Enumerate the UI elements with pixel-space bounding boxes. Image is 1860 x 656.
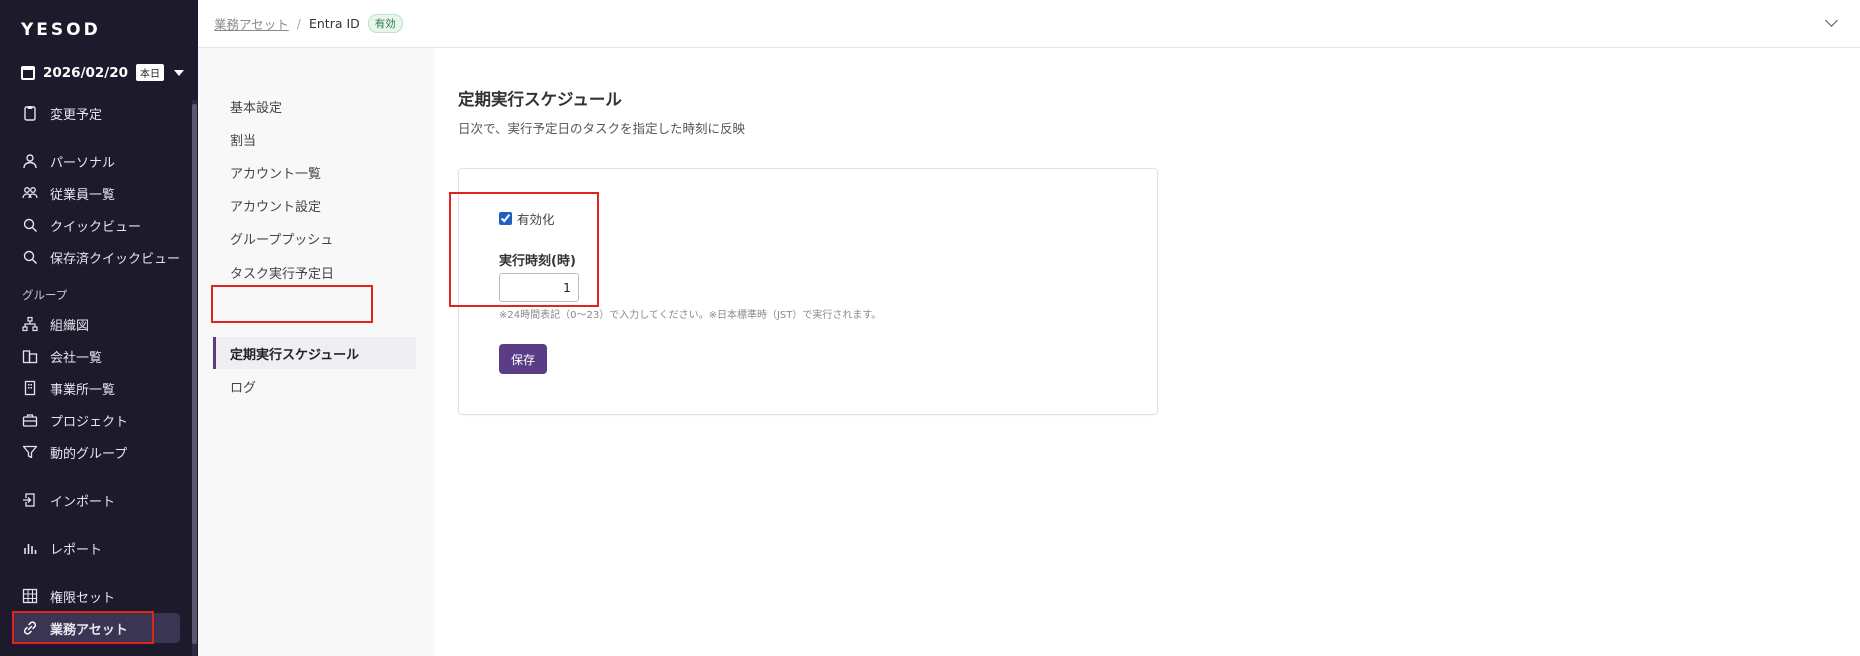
filter-icon <box>22 444 38 460</box>
sidebar-item-personal[interactable]: パーソナル <box>22 149 115 173</box>
briefcase-icon <box>22 412 38 428</box>
sidebar-item-label: パーソナル <box>50 155 116 171</box>
save-button[interactable]: 保存 <box>499 344 547 374</box>
person-icon <box>22 153 38 169</box>
office-icon <box>22 380 38 396</box>
today-badge: 本日 <box>136 64 165 81</box>
sidebar-item-changes[interactable]: 変更予定 <box>22 101 102 125</box>
sidebar-item-label: 会社一覧 <box>50 350 103 366</box>
subnav-item-log[interactable]: ログ <box>230 377 256 396</box>
time-hint: ※24時間表記（0～23）で入力してください。※日本標準時（JST）で実行されま… <box>499 310 882 321</box>
status-badge: 有効 <box>367 14 403 33</box>
import-icon <box>22 492 38 508</box>
sidebar-scrollbar-thumb[interactable] <box>192 104 197 644</box>
clipboard-icon <box>22 105 38 121</box>
sidebar-item-label: 変更予定 <box>50 107 103 123</box>
calendar-icon <box>21 65 35 80</box>
date-selector[interactable]: 2026/02/20 本日 <box>21 64 185 81</box>
page-title: 定期実行スケジュール <box>458 90 622 109</box>
current-date: 2026/02/20 <box>43 64 129 81</box>
sidebar-item-permission-sets[interactable]: 権限セット <box>22 584 115 608</box>
sidebar-section-group: グループ <box>22 288 68 302</box>
sidebar-item-import[interactable]: インポート <box>22 488 115 512</box>
subnav-item-group-push[interactable]: グループプッシュ <box>230 229 333 248</box>
breadcrumb-parent-link[interactable]: 業務アセット <box>214 14 289 33</box>
sidebar-item-label: 動的グループ <box>50 446 128 462</box>
sidebar-item-label: 保存済クイックビュー <box>50 251 181 267</box>
breadcrumb-separator: / <box>296 16 301 31</box>
chart-icon <box>22 540 38 556</box>
people-icon <box>22 185 38 201</box>
sidebar-item-label: プロジェクト <box>50 414 129 430</box>
page-description: 日次で、実行予定日のタスクを指定した時刻に反映 <box>458 121 746 136</box>
highlight-box-form <box>449 192 599 307</box>
sidebar-item-projects[interactable]: プロジェクト <box>22 408 128 432</box>
sidebar-item-label: 従業員一覧 <box>50 187 116 203</box>
highlight-box-subnav <box>211 285 373 323</box>
sidebar-item-dynamic-groups[interactable]: 動的グループ <box>22 440 127 464</box>
sidebar-item-employees[interactable]: 従業員一覧 <box>22 181 115 205</box>
search-icon <box>22 217 38 233</box>
subnav-item-account-settings[interactable]: アカウント設定 <box>230 196 321 215</box>
sidebar-item-companies[interactable]: 会社一覧 <box>22 344 102 368</box>
subnav-item-task-schedule-date[interactable]: タスク実行予定日 <box>230 263 334 282</box>
logo: YESOD <box>21 20 101 40</box>
sidebar-item-label: インポート <box>50 494 116 510</box>
chevron-down-icon[interactable] <box>1825 14 1838 27</box>
sidebar-item-label: 事業所一覧 <box>50 382 116 398</box>
sidebar-item-label: レポート <box>50 542 103 558</box>
sidebar-item-label: 組織図 <box>50 318 90 334</box>
sidebar-item-reports[interactable]: レポート <box>22 536 102 560</box>
sidebar-item-label: 権限セット <box>50 590 116 606</box>
sidebar-item-offices[interactable]: 事業所一覧 <box>22 376 115 400</box>
highlight-box-sidebar <box>12 611 154 644</box>
sidebar-item-label: クイックビュー <box>50 219 142 235</box>
subnav-item-assignment[interactable]: 割当 <box>230 130 256 149</box>
top-bar: 業務アセット / Entra ID 有効 <box>198 0 1860 48</box>
app-sidebar: YESOD 2026/02/20 本日 変更予定 パーソナル 従業員一覧 クイッ… <box>0 0 198 656</box>
caret-down-icon[interactable] <box>174 69 185 76</box>
org-chart-icon <box>22 316 38 332</box>
sidebar-item-org-chart[interactable]: 組織図 <box>22 312 89 336</box>
sub-navigation: 基本設定 割当 アカウント一覧 アカウント設定 グループプッシュ タスク実行予定… <box>198 48 434 656</box>
breadcrumb-current: Entra ID <box>308 16 360 31</box>
sidebar-item-quickview[interactable]: クイックビュー <box>22 213 141 237</box>
subnav-item-basic-settings[interactable]: 基本設定 <box>230 97 282 116</box>
subnav-item-periodic-schedule[interactable]: 定期実行スケジュール <box>230 344 359 363</box>
search-icon <box>22 249 38 265</box>
sidebar-item-saved-quickview[interactable]: 保存済クイックビュー <box>22 245 180 269</box>
breadcrumb: 業務アセット / Entra ID 有効 <box>214 14 403 33</box>
grid-icon <box>22 588 38 604</box>
building-icon <box>22 348 38 364</box>
subnav-item-account-list[interactable]: アカウント一覧 <box>230 163 321 182</box>
